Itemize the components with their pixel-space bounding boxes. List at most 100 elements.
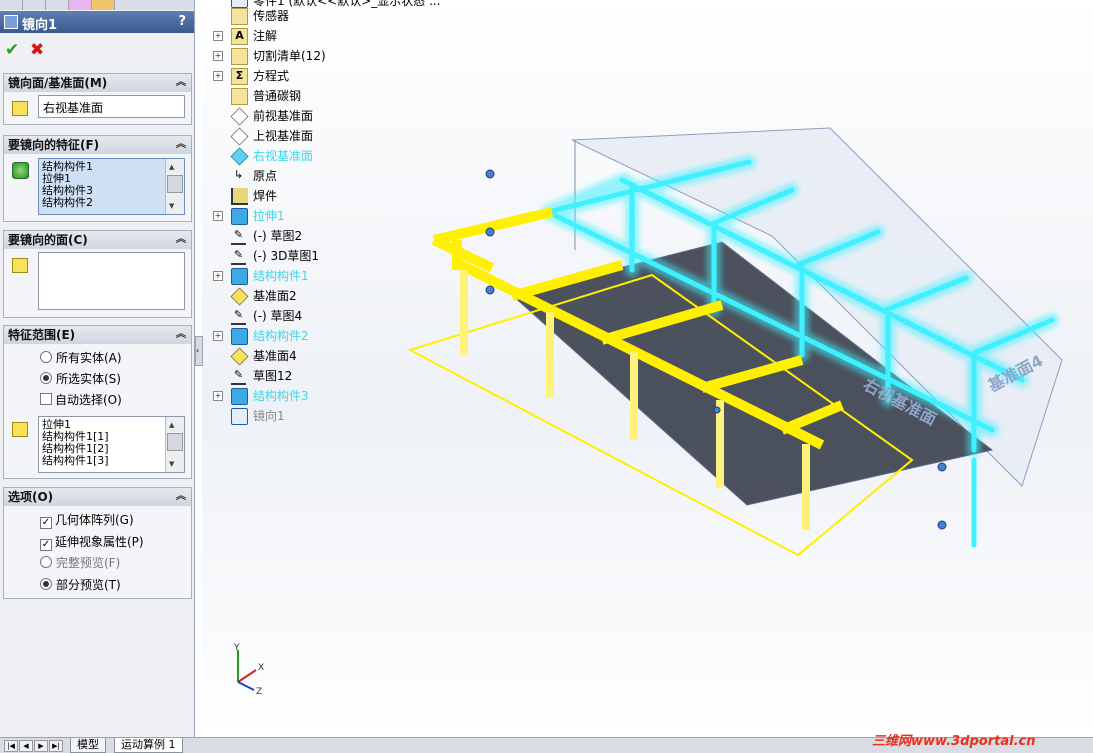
prev-tab-icon[interactable]: ◀ — [19, 740, 33, 752]
list-scrollbar[interactable]: ▲ ▼ — [165, 417, 184, 472]
property-manager-tab[interactable] — [23, 0, 46, 10]
extrude-icon — [231, 208, 248, 225]
plane-select-icon — [12, 101, 28, 116]
body-select-icon — [12, 422, 28, 437]
tree-node-label: 镜向1 — [253, 409, 285, 423]
cancel-button[interactable]: ✖ — [30, 40, 44, 60]
geometry-pattern-checkbox[interactable]: ✓ 几何体阵列(G) — [40, 511, 134, 529]
model-3d-view[interactable]: 右视基准面 基准面4 Y X Z — [202, 0, 1093, 737]
all-bodies-radio[interactable]: 所有实体(A) — [40, 349, 122, 366]
tree-node-label: 草图12 — [253, 369, 293, 383]
mirror-icon — [4, 15, 18, 29]
features-to-mirror-header[interactable]: 要镜向的特征(F) ︽ — [4, 136, 191, 154]
tab-model[interactable]: 模型 — [70, 738, 106, 753]
expand-toggle-icon[interactable]: + — [213, 211, 223, 221]
expand-toggle-icon[interactable]: + — [213, 51, 223, 61]
list-item[interactable]: 结构构件2 — [39, 197, 184, 209]
svg-text:Z: Z — [256, 687, 262, 697]
structural-member-icon — [231, 328, 248, 345]
bodies-list[interactable]: 拉伸1 结构构件1[1] 结构构件1[2] 结构构件1[3] ▲ ▼ — [38, 416, 185, 473]
sketch-icon: ✎ — [231, 308, 246, 325]
dimxpert-tab[interactable] — [69, 0, 92, 10]
structural-member-icon — [231, 268, 248, 285]
configuration-manager-tab[interactable] — [46, 0, 69, 10]
tree-node-label: 右视基准面 — [253, 149, 314, 163]
expand-toggle-icon[interactable]: + — [213, 71, 223, 81]
pm-title: 镜向1 — [22, 18, 58, 33]
selected-bodies-radio[interactable]: 所选实体(S) — [40, 370, 121, 387]
tree-node-label: 注解 — [253, 29, 278, 43]
faces-to-mirror-header[interactable]: 要镜向的面(C) ︽ — [4, 231, 191, 249]
mirror-plane-group: 镜向面/基准面(M) ︽ 右视基准面 — [3, 73, 192, 125]
expand-toggle-icon[interactable]: + — [213, 271, 223, 281]
options-header[interactable]: 选项(O) ︽ — [4, 488, 191, 506]
next-tab-icon[interactable]: ▶ — [34, 740, 48, 752]
mirror-plane-field[interactable]: 右视基准面 — [38, 95, 185, 118]
part-icon — [231, 0, 248, 8]
sketch-icon: ✎ — [231, 228, 246, 245]
tab-motion-study[interactable]: 运动算例 1 — [114, 738, 183, 753]
sensors-icon — [231, 8, 248, 25]
list-item[interactable]: 拉伸1 — [39, 417, 184, 431]
annotations-icon: A — [231, 28, 248, 45]
tree-node-label: (-) 草图4 — [253, 309, 303, 323]
list-item[interactable]: 结构构件1 — [39, 159, 184, 173]
equations-icon: Σ — [231, 68, 248, 85]
collapse-chevron-icon: ︽ — [176, 234, 186, 245]
material-icon — [231, 88, 248, 105]
svg-text:X: X — [258, 663, 264, 673]
property-manager: 镜向1 ? ✔ ✖ 镜向面/基准面(M) ︽ 右视基准面 要镜向的特征(F) ︽ 结… — [0, 0, 195, 737]
collapse-chevron-icon: ︽ — [176, 329, 186, 340]
mirror-feature-icon — [231, 408, 248, 425]
last-tab-icon[interactable]: ▶| — [49, 740, 63, 752]
full-preview-radio[interactable]: 完整预览(F) — [40, 554, 120, 571]
face-select-icon — [12, 258, 28, 273]
panel-collapse-handle[interactable]: ‹ — [195, 336, 203, 366]
tree-node-label: 上视基准面 — [253, 129, 314, 143]
graphics-viewport[interactable]: 右视基准面 基准面4 Y X Z — [202, 0, 1093, 737]
tree-node-label: 结构构件1 — [253, 269, 309, 283]
tree-node-label: 原点 — [253, 169, 278, 183]
help-button[interactable]: ? — [178, 14, 186, 29]
weldment-icon — [231, 188, 248, 205]
expand-toggle-icon[interactable]: + — [213, 391, 223, 401]
features-to-mirror-group: 要镜向的特征(F) ︽ 结构构件1 拉伸1 结构构件3 结构构件2 ▲ ▼ — [3, 135, 192, 222]
tree-node-label: (-) 3D草图1 — [253, 249, 320, 263]
tree-node-label: 前视基准面 — [253, 109, 314, 123]
faces-to-mirror-group: 要镜向的面(C) ︽ — [3, 230, 192, 318]
ok-button[interactable]: ✔ — [5, 40, 19, 60]
cut-list-icon — [231, 48, 248, 65]
tree-node-label: 切割清单(12) — [253, 49, 326, 63]
collapse-chevron-icon: ︽ — [176, 491, 186, 502]
sketch3d-icon: ✎ — [231, 248, 246, 265]
origin-icon: ↳ — [233, 168, 244, 181]
tree-node-label: 基准面2 — [253, 289, 297, 303]
tree-node-label: 方程式 — [253, 69, 290, 83]
list-scrollbar[interactable]: ▲ ▼ — [165, 159, 184, 214]
structural-member-icon — [231, 388, 248, 405]
faces-to-mirror-list[interactable] — [38, 252, 185, 310]
tree-node-label: 传感器 — [253, 9, 290, 23]
partial-preview-radio[interactable]: 部分预览(T) — [40, 576, 121, 593]
first-tab-icon[interactable]: |◀ — [4, 740, 18, 752]
feature-manager-tab[interactable] — [0, 0, 23, 10]
collapse-chevron-icon: ︽ — [176, 77, 186, 88]
tree-node-label: 拉伸1 — [253, 209, 285, 223]
tree-node-label: 结构构件2 — [253, 329, 309, 343]
propagate-visual-checkbox[interactable]: ✓ 延伸视象属性(P) — [40, 533, 144, 551]
sketch-icon: ✎ — [231, 368, 246, 385]
mirror-plane-header[interactable]: 镜向面/基准面(M) ︽ — [4, 74, 191, 92]
tree-node-label: 普通碳钢 — [253, 89, 302, 103]
pm-title-bar: 镜向1 ? — [0, 11, 194, 33]
tree-node-label: 焊件 — [253, 189, 278, 203]
features-to-mirror-list[interactable]: 结构构件1 拉伸1 结构构件3 结构构件2 ▲ ▼ — [38, 158, 185, 215]
list-item[interactable]: 结构构件1[3] — [39, 455, 184, 467]
display-manager-tab[interactable] — [92, 0, 115, 10]
manager-tabs — [0, 0, 194, 10]
expand-toggle-icon[interactable]: + — [213, 331, 223, 341]
expand-toggle-icon[interactable]: + — [213, 31, 223, 41]
options-group: 选项(O) ︽ ✓ 几何体阵列(G) ✓ 延伸视象属性(P) 完整预览(F) 部分预览… — [3, 487, 192, 599]
feature-scope-header[interactable]: 特征范围(E) ︽ — [4, 326, 191, 344]
feature-select-icon — [12, 162, 29, 179]
auto-select-checkbox[interactable]: 自动选择(O) — [40, 391, 122, 408]
